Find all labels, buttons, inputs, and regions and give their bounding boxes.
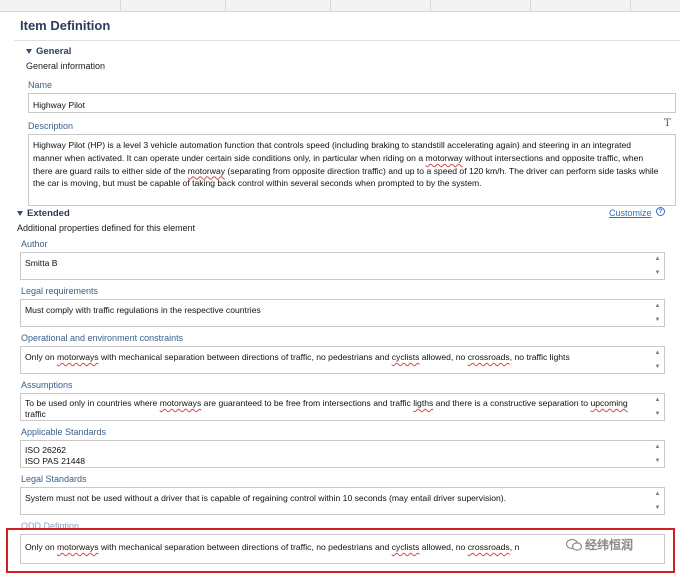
standard-line: ISO PAS 21448 <box>25 455 86 466</box>
scrollbar[interactable]: ▲ ▼ <box>653 255 662 277</box>
scroll-down-icon[interactable]: ▼ <box>655 457 661 465</box>
standard-line: ISO 26262 <box>25 445 67 455</box>
field-text: traffic <box>25 408 46 419</box>
name-field[interactable]: Highway Pilot <box>28 93 676 113</box>
applicable-standards-field[interactable]: ISO 26262 ISO PAS 21448 ▲ ▼ <box>20 440 665 468</box>
field-text: allowed, no <box>419 352 468 362</box>
general-section-header[interactable]: General <box>26 46 71 57</box>
name-label: Name <box>28 80 53 90</box>
name-value: Highway Pilot <box>33 100 86 110</box>
operational-constraints-field[interactable]: Only on motorways with mechanical separa… <box>20 346 665 374</box>
description-field[interactable]: Highway Pilot (HP) is a level 3 vehicle … <box>28 134 676 206</box>
author-value: Smitta B <box>25 258 58 268</box>
scroll-up-icon[interactable]: ▲ <box>655 396 661 404</box>
top-bar-divider <box>530 0 531 12</box>
description-label: Description <box>28 121 74 131</box>
field-text: Only on <box>25 352 58 362</box>
legal-standards-value: System must not be used without a driver… <box>25 493 507 503</box>
collapse-twisty-icon[interactable] <box>17 211 23 216</box>
scrollbar[interactable]: ▲ ▼ <box>653 349 662 371</box>
spell-flagged-word: motorways <box>57 352 99 362</box>
legal-requirements-field[interactable]: Must comply with traffic regulations in … <box>20 299 665 327</box>
assumptions-field[interactable]: To be used only in countries where motor… <box>20 393 665 421</box>
scrollbar[interactable]: ▲ ▼ <box>653 302 662 324</box>
spell-flagged-word: upcoming <box>590 398 628 408</box>
watermark: 经纬恒润 <box>566 536 633 553</box>
customize-link[interactable]: Customize <box>609 208 652 218</box>
scroll-down-icon[interactable]: ▼ <box>655 410 661 418</box>
scroll-down-icon[interactable]: ▼ <box>655 316 661 324</box>
spell-flagged-word: motorway <box>187 165 226 176</box>
applicable-standards-label: Applicable Standards <box>21 427 107 437</box>
legal-requirements-label: Legal requirements <box>21 286 99 296</box>
top-bar-divider <box>430 0 431 12</box>
spell-flagged-word: cyclists <box>391 352 420 362</box>
title-divider <box>14 40 680 41</box>
scroll-up-icon[interactable]: ▲ <box>655 255 661 263</box>
assumptions-label: Assumptions <box>21 380 73 390</box>
general-subtitle: General information <box>26 61 106 71</box>
author-label: Author <box>21 239 48 249</box>
extended-subtitle: Additional properties defined for this e… <box>17 223 196 233</box>
field-text: with mechanical separation between direc… <box>98 352 392 362</box>
scroll-up-icon[interactable]: ▲ <box>655 490 661 498</box>
extended-header-label: Extended <box>27 208 70 219</box>
scroll-up-icon[interactable]: ▲ <box>655 443 661 451</box>
page-title: Item Definition <box>20 18 111 33</box>
text-format-icon[interactable]: T <box>664 118 671 129</box>
collapse-twisty-icon[interactable] <box>26 49 32 54</box>
spell-flagged-word: ligths <box>413 398 434 408</box>
wechat-icon <box>566 538 582 551</box>
general-header-label: General <box>36 46 72 57</box>
top-bar-divider <box>120 0 121 12</box>
watermark-text: 经纬恒润 <box>585 538 634 552</box>
operational-constraints-label: Operational and environment constraints <box>21 333 184 343</box>
extended-section-header[interactable]: Extended <box>17 208 70 219</box>
spell-flagged-word: motorways <box>159 398 202 408</box>
top-bar-divider <box>330 0 331 12</box>
legal-standards-label: Legal Standards <box>21 474 87 484</box>
scrollbar[interactable]: ▲ ▼ <box>653 490 662 512</box>
field-text: , no traffic lights <box>509 352 570 362</box>
spell-flagged-word: crossroads <box>467 352 510 362</box>
field-text: are guaranteed to be free from intersect… <box>201 398 414 408</box>
scroll-down-icon[interactable]: ▼ <box>655 504 661 512</box>
scrollbar[interactable]: ▲ ▼ <box>653 443 662 465</box>
top-bar-divider <box>630 0 631 12</box>
scroll-down-icon[interactable]: ▼ <box>655 269 661 277</box>
top-bar-divider <box>225 0 226 12</box>
help-icon[interactable]: ? <box>656 207 665 216</box>
legal-requirements-value: Must comply with traffic regulations in … <box>25 305 261 315</box>
window-top-bar <box>0 0 680 12</box>
scroll-up-icon[interactable]: ▲ <box>655 302 661 310</box>
author-field[interactable]: Smitta B ▲ ▼ <box>20 252 665 280</box>
scroll-up-icon[interactable]: ▲ <box>655 349 661 357</box>
legal-standards-field[interactable]: System must not be used without a driver… <box>20 487 665 515</box>
field-text: To be used only in countries where <box>25 398 160 408</box>
scroll-down-icon[interactable]: ▼ <box>655 363 661 371</box>
spell-flagged-word: motorway <box>425 152 463 163</box>
scrollbar[interactable]: ▲ ▼ <box>653 396 662 418</box>
field-text: and there is a constructive separation t… <box>433 398 591 408</box>
